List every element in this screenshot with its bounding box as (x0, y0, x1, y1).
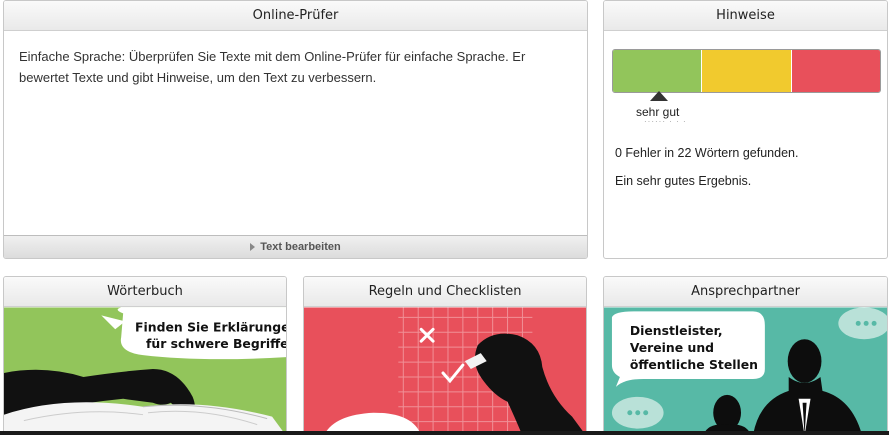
online-pruefer-panel: Online-Prüfer Einfache Sprache: Überprüf… (3, 0, 588, 259)
regeln-illustration (304, 307, 586, 434)
card-ansprechpartner[interactable]: Ansprechpartner Dienstleister, Vereine u… (603, 276, 888, 435)
ansprechpartner-bubble-line1: Dienstleister, (630, 323, 723, 338)
hinweise-title: Hinweise (604, 1, 887, 31)
result-text: Ein sehr gutes Ergebnis. (615, 174, 752, 188)
card-woerterbuch-title: Wörterbuch (4, 277, 286, 307)
scale-segment-bad (790, 50, 880, 92)
edit-text-label: Text bearbeiten (260, 241, 341, 253)
online-pruefer-title: Online-Prüfer (4, 1, 587, 31)
error-count-text: 0 Fehler in 22 Wörtern gefunden. (615, 146, 799, 160)
edit-text-button[interactable]: Text bearbeiten (4, 235, 587, 258)
hinweise-panel: Hinweise ······ · · · sehr gut 0 Fehler … (603, 0, 888, 259)
woerterbuch-bubble-line2: für schwere Begriffe (146, 336, 286, 351)
rating-scale (612, 49, 881, 93)
bottom-edge (0, 431, 889, 435)
woerterbuch-illustration: Finden Sie Erklärungen für schwere Begri… (4, 307, 286, 434)
ansprechpartner-bubble-line3: öffentliche Stellen (630, 357, 758, 372)
online-pruefer-text: Einfache Sprache: Überprüfen Sie Texte m… (19, 49, 526, 85)
expand-triangle-icon (250, 243, 256, 251)
scale-segment-good (613, 50, 702, 92)
woerterbuch-bubble-line1: Finden Sie Erklärungen (135, 319, 286, 334)
card-woerterbuch[interactable]: Wörterbuch Finden Sie Erklärungen für sc… (3, 276, 287, 435)
ansprechpartner-illustration: Dienstleister, Vereine und öffentliche S… (604, 307, 887, 434)
rating-label: sehr gut (636, 105, 680, 119)
ansprechpartner-bubble-line2: Vereine und (630, 340, 714, 355)
card-regeln-title: Regeln und Checklisten (304, 277, 586, 307)
card-regeln-checklisten[interactable]: Regeln und Checklisten (303, 276, 587, 435)
rating-marker-icon (650, 91, 668, 101)
scale-segment-medium (701, 50, 791, 92)
card-ansprechpartner-title: Ansprechpartner (604, 277, 887, 307)
